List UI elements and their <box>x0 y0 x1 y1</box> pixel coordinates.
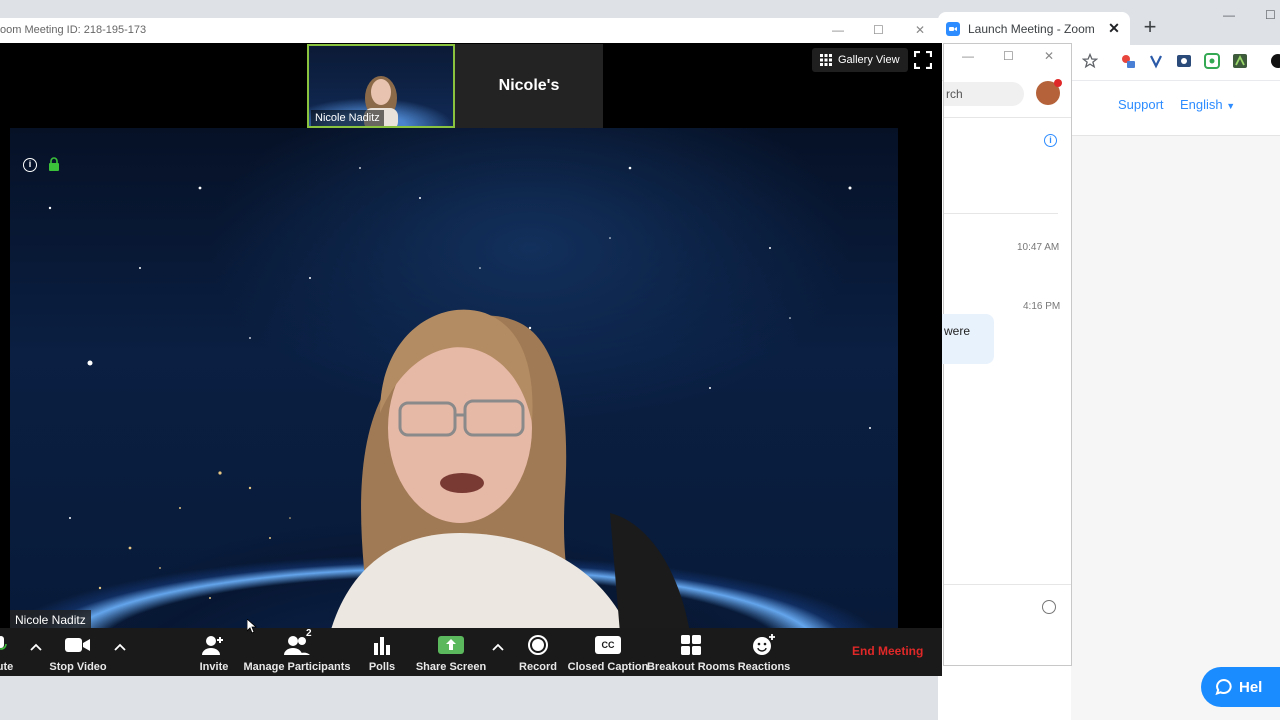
zoom-chat-window: — ☐ ✕ rch i 10:47 AM 4:16 PM were <box>934 43 1072 666</box>
gallery-view-button[interactable]: Gallery View <box>812 48 908 72</box>
manage-participants-button[interactable]: 2 Manage Participants <box>244 628 351 676</box>
manage-participants-label: Manage Participants <box>243 661 351 673</box>
meeting-title: oom Meeting ID: 218-195-173 <box>0 24 147 36</box>
chat-message-bubble: were <box>934 314 994 364</box>
mute-label: ute <box>0 661 14 673</box>
record-button[interactable]: Record <box>517 628 559 676</box>
language-link[interactable]: English ▼ <box>1180 97 1235 112</box>
mute-button[interactable]: ute <box>0 628 20 676</box>
speaker-name-label: Nicole Naditz <box>10 610 91 628</box>
record-label: Record <box>519 661 557 673</box>
participant-count-badge: 2 <box>306 628 312 639</box>
extension-android-icon[interactable] <box>1232 53 1248 69</box>
chevron-down-icon: ▼ <box>1226 101 1236 111</box>
lock-icon[interactable] <box>48 157 60 171</box>
share-screen-icon <box>438 634 464 656</box>
gallery-view-label: Gallery View <box>838 54 900 66</box>
add-person-icon <box>202 634 226 656</box>
share-options-caret-icon[interactable] <box>492 642 504 652</box>
chat-window-titlebar: — ☐ ✕ <box>944 44 1071 72</box>
page-gray-area <box>1071 135 1280 720</box>
avatar[interactable] <box>1036 79 1062 105</box>
zoom-web-page: Support English ▼ <box>1071 82 1280 720</box>
polls-button[interactable]: Polls <box>362 628 402 676</box>
browser-minimize-icon[interactable]: — <box>1223 8 1235 22</box>
emoji-icon[interactable] <box>1042 600 1056 614</box>
end-meeting-button[interactable]: End Meeting <box>852 644 923 658</box>
language-link-label: English <box>1180 97 1223 112</box>
info-icon[interactable]: i <box>23 158 37 172</box>
smiley-add-icon <box>752 634 776 656</box>
bar-chart-icon <box>372 634 392 656</box>
breakout-rooms-button[interactable]: Breakout Rooms <box>646 628 736 676</box>
reactions-label: Reactions <box>737 661 791 673</box>
audio-options-caret-icon[interactable] <box>30 642 42 652</box>
mouse-cursor-icon <box>247 619 257 634</box>
speaker-figure <box>331 309 690 628</box>
breakout-rooms-label: Breakout Rooms <box>646 661 736 673</box>
chat-maximize-icon[interactable]: ☐ <box>1003 49 1014 63</box>
zoom-meeting-window: oom Meeting ID: 218-195-173 — ☐ ✕ Nicole… <box>0 18 942 676</box>
video-camera-icon <box>65 634 91 656</box>
screen: Launch Meeting - Zoom ✕ + — ☐ Support En… <box>0 0 1280 720</box>
microphone-icon <box>0 634 12 656</box>
message-timestamp: 10:47 AM <box>1017 242 1060 253</box>
thumbnail-name: Nicole Naditz <box>311 110 384 126</box>
video-options-caret-icon[interactable] <box>114 642 126 652</box>
stop-video-label: Stop Video <box>49 661 107 673</box>
share-screen-label: Share Screen <box>415 661 487 673</box>
chat-search-input[interactable]: rch <box>944 82 1024 106</box>
meeting-titlebar: oom Meeting ID: 218-195-173 — ☐ ✕ <box>0 18 942 43</box>
extension-icon[interactable] <box>1120 53 1136 69</box>
polls-label: Polls <box>368 661 396 673</box>
video-area: Nicole Naditz Nicole's Gallery View i Ni… <box>0 43 942 628</box>
closed-caption-icon: CC <box>595 634 621 656</box>
browser-tab[interactable]: Launch Meeting - Zoom ✕ <box>938 12 1130 45</box>
browser-maximize-icon[interactable]: ☐ <box>1265 8 1276 22</box>
meeting-controls: ute Stop Video Invite 2 Manage Participa… <box>0 628 942 676</box>
closed-caption-button[interactable]: CC Closed Caption <box>568 628 648 676</box>
stop-video-button[interactable]: Stop Video <box>48 628 108 676</box>
meeting-minimize-icon[interactable]: — <box>832 18 844 43</box>
zoom-favicon-icon <box>946 21 960 36</box>
participants-icon: 2 <box>284 628 312 656</box>
participant-name-tile[interactable]: Nicole's <box>455 44 603 128</box>
breakout-rooms-icon <box>681 634 701 656</box>
profile-icon[interactable] <box>1270 53 1280 69</box>
message-timestamp: 4:16 PM <box>1023 301 1061 312</box>
help-button[interactable]: Hel <box>1201 667 1280 707</box>
chat-divider <box>944 117 1071 118</box>
chat-minimize-icon[interactable]: — <box>962 49 974 63</box>
new-tab-icon[interactable]: + <box>1138 16 1162 40</box>
reactions-button[interactable]: Reactions <box>738 628 790 676</box>
closed-caption-label: Closed Caption <box>567 661 649 673</box>
chat-close-icon[interactable]: ✕ <box>1044 49 1054 63</box>
extension-v-icon[interactable] <box>1148 53 1164 69</box>
cc-icon-text: CC <box>595 636 621 654</box>
thumbnail-strip: Nicole Naditz Nicole's <box>307 44 603 128</box>
share-screen-button[interactable]: Share Screen <box>415 628 487 676</box>
grid-icon <box>820 54 832 66</box>
invite-button[interactable]: Invite <box>194 628 234 676</box>
invite-label: Invite <box>199 661 229 673</box>
fullscreen-icon[interactable] <box>914 51 932 69</box>
meeting-close-icon[interactable]: ✕ <box>915 18 925 43</box>
tab-close-icon[interactable]: ✕ <box>1106 20 1122 37</box>
meeting-maximize-icon[interactable]: ☐ <box>873 18 884 43</box>
help-button-label: Hel <box>1239 678 1263 696</box>
bookmark-star-icon[interactable] <box>1082 53 1098 69</box>
browser-tab-title: Launch Meeting - Zoom <box>968 21 1095 36</box>
support-link[interactable]: Support <box>1118 97 1164 112</box>
record-icon <box>527 634 549 656</box>
extension-screen-icon[interactable] <box>1176 53 1192 69</box>
extension-green-icon[interactable] <box>1204 53 1220 69</box>
chat-compose-divider <box>944 584 1071 585</box>
participant-thumbnail[interactable]: Nicole Naditz <box>307 44 455 128</box>
chat-bubble-icon <box>1215 678 1232 696</box>
info-icon[interactable]: i <box>1044 134 1057 147</box>
chat-divider <box>944 213 1058 214</box>
main-speaker-video <box>10 128 898 628</box>
